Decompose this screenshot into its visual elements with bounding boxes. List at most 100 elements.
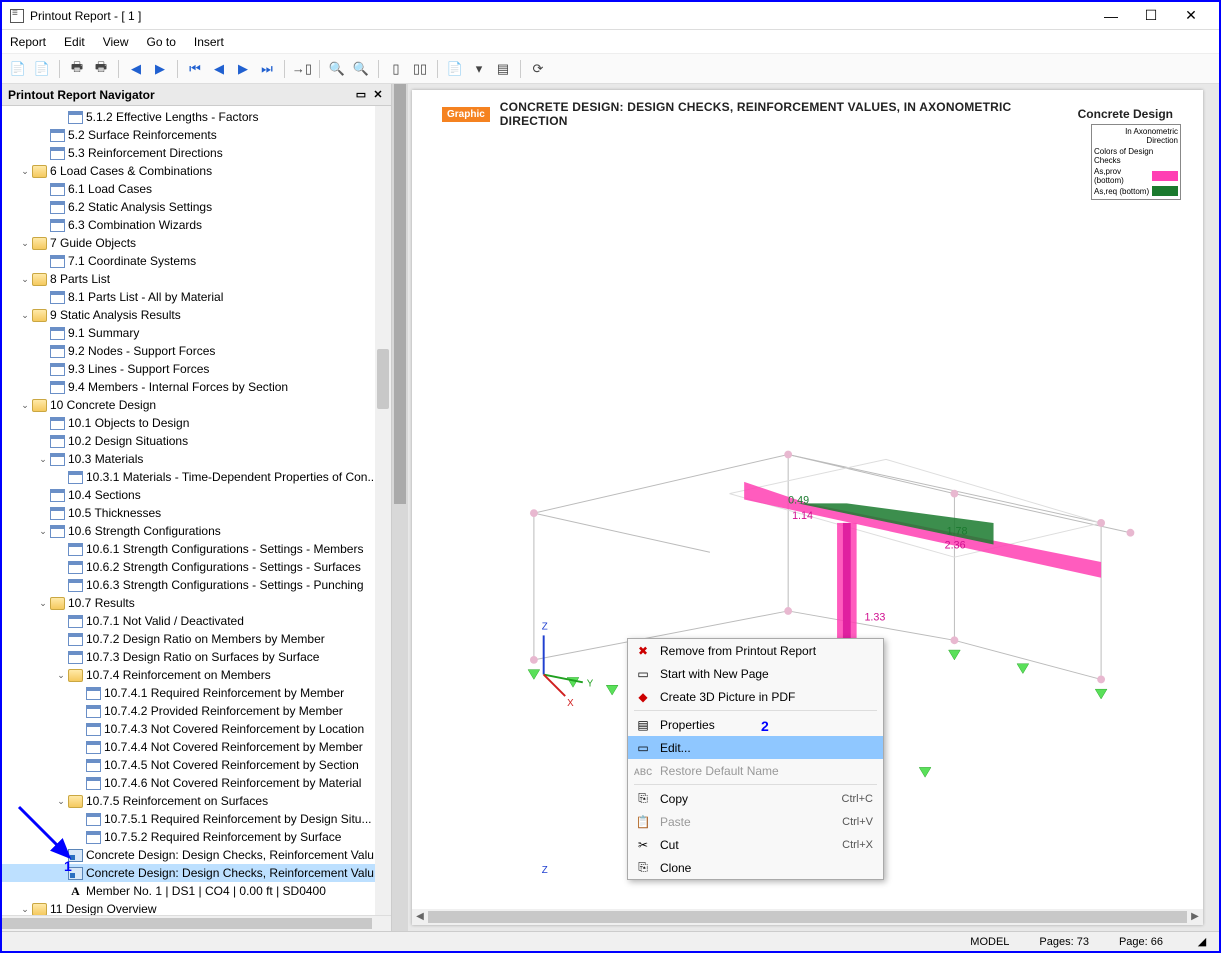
close-button[interactable]: ✕ <box>1171 3 1211 29</box>
export-dropdown-icon[interactable]: ▾ <box>469 59 489 79</box>
tree-item[interactable]: ⌄10.7 Results <box>2 594 391 612</box>
tree-item[interactable]: 5.1.2 Effective Lengths - Factors <box>2 108 391 126</box>
settings-icon[interactable]: ▤ <box>493 59 513 79</box>
zoom-in-icon[interactable]: 🔍 <box>351 59 371 79</box>
tree-item[interactable]: 10.7.1 Not Valid / Deactivated <box>2 612 391 630</box>
context-menu-label: Remove from Printout Report <box>660 644 873 658</box>
tree-item[interactable]: 10.7.2 Design Ratio on Members by Member <box>2 630 391 648</box>
tree-item[interactable]: 9.1 Summary <box>2 324 391 342</box>
navigator-vscrollbar[interactable] <box>375 106 391 915</box>
tree-item[interactable]: 10.7.5.2 Required Reinforcement by Surfa… <box>2 828 391 846</box>
context-menu-label: Edit... <box>660 741 873 755</box>
navigator-panel: Printout Report Navigator ▭ ✕ 5.1.2 Effe… <box>2 84 392 931</box>
context-menu-item[interactable]: ◆Create 3D Picture in PDF <box>628 685 883 708</box>
menu-goto[interactable]: Go to <box>147 35 176 49</box>
canvas-hscrollbar[interactable]: ◀▶ <box>412 909 1203 925</box>
page-single-icon[interactable]: ▯ <box>386 59 406 79</box>
delete-report-icon[interactable]: 📄 <box>32 59 52 79</box>
tree-item[interactable]: ⌄10.3 Materials <box>2 450 391 468</box>
menu-edit[interactable]: Edit <box>64 35 85 49</box>
context-menu-item[interactable]: ✖Remove from Printout Report <box>628 639 883 662</box>
tree-item[interactable]: ⌄10.6 Strength Configurations <box>2 522 391 540</box>
tree-item[interactable]: 10.5 Thicknesses <box>2 504 391 522</box>
tree-item[interactable]: ⌄9 Static Analysis Results <box>2 306 391 324</box>
tree-item[interactable]: 10.7.4.3 Not Covered Reinforcement by Lo… <box>2 720 391 738</box>
tree-item[interactable]: ⌄10.7.4 Reinforcement on Members <box>2 666 391 684</box>
navigator-close-icon[interactable]: ✕ <box>371 88 385 102</box>
tree-item-label: 9.2 Nodes - Support Forces <box>68 344 215 358</box>
tree-item[interactable]: 10.7.4.4 Not Covered Reinforcement by Me… <box>2 738 391 756</box>
tree-item[interactable]: 10.7.3 Design Ratio on Surfaces by Surfa… <box>2 648 391 666</box>
tree-item[interactable]: 10.3.1 Materials - Time-Dependent Proper… <box>2 468 391 486</box>
tree-item[interactable]: Concrete Design: Design Checks, Reinforc… <box>2 864 391 882</box>
tree-item[interactable]: AMember No. 1 | DS1 | CO4 | 0.00 ft | SD… <box>2 882 391 900</box>
tree-item[interactable]: 10.7.4.5 Not Covered Reinforcement by Se… <box>2 756 391 774</box>
tree-item[interactable]: 10.7.5.1 Required Reinforcement by Desig… <box>2 810 391 828</box>
maximize-button[interactable]: ☐ <box>1131 3 1171 29</box>
context-menu-item[interactable]: ▭Start with New Page <box>628 662 883 685</box>
tree-item[interactable]: ⌄7 Guide Objects <box>2 234 391 252</box>
resize-grip-icon[interactable]: ◢ <box>1193 935 1211 948</box>
tree-item[interactable]: 10.6.2 Strength Configurations - Setting… <box>2 558 391 576</box>
export-icon[interactable]: 📄 <box>445 59 465 79</box>
tree-item-label: 10.7.2 Design Ratio on Members by Member <box>86 632 325 646</box>
tree-item[interactable]: 9.3 Lines - Support Forces <box>2 360 391 378</box>
context-menu-icon: ▭ <box>634 666 652 682</box>
tree-item[interactable]: ⌄10 Concrete Design <box>2 396 391 414</box>
context-menu-item[interactable]: ▭Edit... <box>628 736 883 759</box>
menu-insert[interactable]: Insert <box>194 35 224 49</box>
tree-item[interactable]: 10.1 Objects to Design <box>2 414 391 432</box>
page-multi-icon[interactable]: ▯▯ <box>410 59 430 79</box>
goto-page-icon[interactable]: →▯ <box>292 59 312 79</box>
tree-item[interactable]: 5.3 Reinforcement Directions <box>2 144 391 162</box>
nav-prev-icon[interactable]: ◀ <box>126 59 146 79</box>
nav-back-icon[interactable]: ◀ <box>209 59 229 79</box>
nav-next-icon[interactable]: ▶ <box>150 59 170 79</box>
print-icon[interactable]: 🖶 <box>67 59 87 79</box>
context-menu-item[interactable]: ✂CutCtrl+X <box>628 833 883 856</box>
context-menu-icon: ▤ <box>634 717 652 733</box>
print-all-icon[interactable]: 🖶 <box>91 59 111 79</box>
refresh-icon[interactable]: ⟳ <box>528 59 548 79</box>
navigator-tree[interactable]: 5.1.2 Effective Lengths - Factors5.2 Sur… <box>2 106 391 915</box>
navigator-float-icon[interactable]: ▭ <box>354 88 368 102</box>
minimize-button[interactable]: — <box>1091 3 1131 29</box>
tree-item[interactable]: ⌄6 Load Cases & Combinations <box>2 162 391 180</box>
tree-item-label: 9.3 Lines - Support Forces <box>68 362 209 376</box>
tree-item[interactable]: ⌄11 Design Overview <box>2 900 391 915</box>
menu-report[interactable]: Report <box>10 35 46 49</box>
context-menu-item: 📋PasteCtrl+V <box>628 810 883 833</box>
menu-view[interactable]: View <box>103 35 129 49</box>
zoom-out-icon[interactable]: 🔍 <box>327 59 347 79</box>
tree-item[interactable]: 10.6.3 Strength Configurations - Setting… <box>2 576 391 594</box>
tree-item[interactable]: Concrete Design: Design Checks, Reinforc… <box>2 846 391 864</box>
context-menu-item[interactable]: ▤Properties <box>628 713 883 736</box>
tree-item[interactable]: 6.2 Static Analysis Settings <box>2 198 391 216</box>
tree-item[interactable]: 10.2 Design Situations <box>2 432 391 450</box>
tree-item[interactable]: ⌄8 Parts List <box>2 270 391 288</box>
tree-item[interactable]: 10.4 Sections <box>2 486 391 504</box>
tree-item[interactable]: 6.1 Load Cases <box>2 180 391 198</box>
tree-item[interactable]: 8.1 Parts List - All by Material <box>2 288 391 306</box>
context-menu-label: Create 3D Picture in PDF <box>660 690 873 704</box>
svg-text:Y: Y <box>587 678 594 689</box>
tree-item[interactable]: 10.7.4.1 Required Reinforcement by Membe… <box>2 684 391 702</box>
tree-item[interactable]: 10.7.4.6 Not Covered Reinforcement by Ma… <box>2 774 391 792</box>
context-menu-item[interactable]: ⎘Clone <box>628 856 883 879</box>
tree-item[interactable]: 10.7.4.2 Provided Reinforcement by Membe… <box>2 702 391 720</box>
tree-item[interactable]: 10.6.1 Strength Configurations - Setting… <box>2 540 391 558</box>
new-report-icon[interactable]: 📄 <box>8 59 28 79</box>
navigator-hscrollbar[interactable] <box>2 915 391 931</box>
canvas-vscrollbar[interactable] <box>392 84 408 931</box>
tree-item[interactable]: ⌄10.7.5 Reinforcement on Surfaces <box>2 792 391 810</box>
tree-item[interactable]: 6.3 Combination Wizards <box>2 216 391 234</box>
nav-fwd-icon[interactable]: ▶ <box>233 59 253 79</box>
tree-item[interactable]: 7.1 Coordinate Systems <box>2 252 391 270</box>
tree-item[interactable]: 9.2 Nodes - Support Forces <box>2 342 391 360</box>
tree-item-label: 10.7 Results <box>68 596 135 610</box>
nav-first-icon[interactable]: ⏮ <box>185 59 205 79</box>
tree-item[interactable]: 9.4 Members - Internal Forces by Section <box>2 378 391 396</box>
tree-item[interactable]: 5.2 Surface Reinforcements <box>2 126 391 144</box>
nav-last-icon[interactable]: ⏭ <box>257 59 277 79</box>
context-menu-item[interactable]: ⎘CopyCtrl+C <box>628 787 883 810</box>
